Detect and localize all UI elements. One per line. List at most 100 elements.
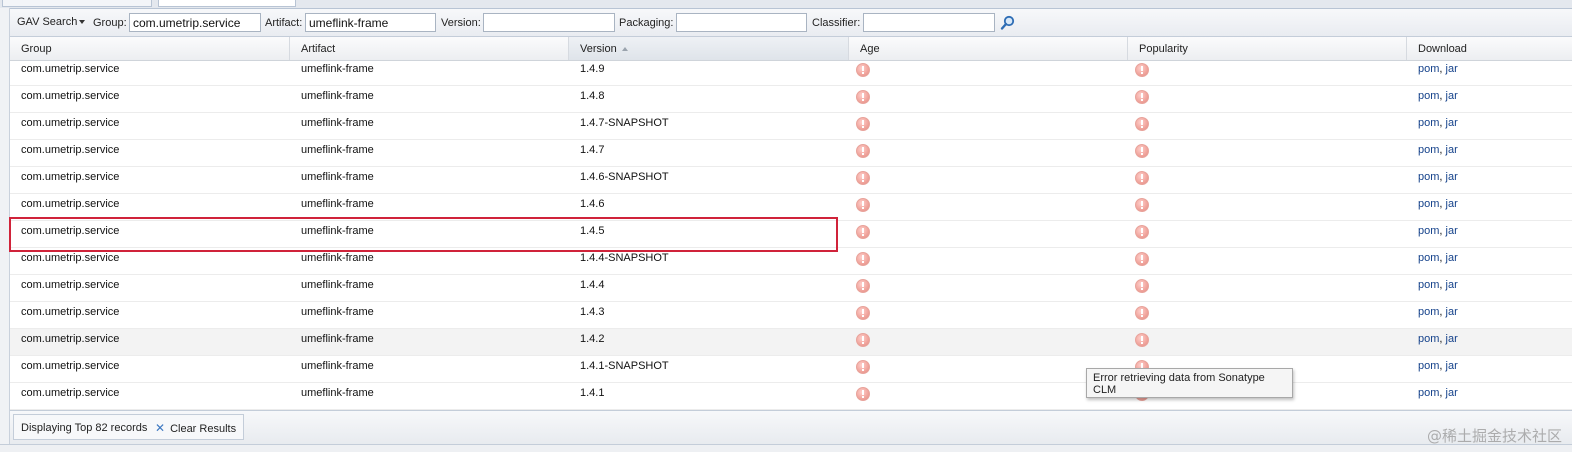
table-row[interactable]: com.umetrip.service umeflink-frame 1.4.5 po… — [10, 221, 1572, 248]
download-cell: pom, jar — [1407, 329, 1458, 355]
popularity-cell — [1128, 221, 1149, 247]
error-icon[interactable] — [856, 306, 870, 320]
jar-link[interactable]: jar — [1446, 144, 1458, 156]
error-icon[interactable] — [1135, 279, 1149, 293]
version-input[interactable] — [483, 13, 615, 32]
error-icon[interactable] — [1135, 225, 1149, 239]
jar-link[interactable]: jar — [1446, 198, 1458, 210]
artifact-label: Artifact: — [265, 17, 303, 29]
clear-results-label: Clear Results — [170, 423, 237, 435]
link-separator: , — [1439, 63, 1443, 75]
packaging-input[interactable] — [676, 13, 807, 32]
jar-link[interactable]: jar — [1446, 252, 1458, 264]
error-icon[interactable] — [1135, 117, 1149, 131]
watermark: @稀土掘金技术社区 — [1426, 427, 1562, 445]
bottom-edge — [0, 444, 1572, 452]
table-row[interactable]: com.umetrip.service umeflink-frame 1.4.1-S… — [10, 356, 1572, 383]
popularity-cell — [1128, 275, 1149, 301]
search-mode-menu[interactable]: GAV Search — [17, 16, 86, 28]
jar-link[interactable]: jar — [1446, 387, 1458, 399]
pom-link[interactable]: pom — [1418, 198, 1439, 210]
error-icon[interactable] — [1135, 333, 1149, 347]
artifact-input[interactable] — [305, 13, 436, 32]
error-icon[interactable] — [856, 387, 870, 401]
table-row[interactable]: com.umetrip.service umeflink-frame 1.4.3 po… — [10, 302, 1572, 329]
sort-ascending-icon — [621, 47, 628, 52]
error-icon[interactable] — [856, 252, 870, 266]
column-header-label: Popularity — [1139, 43, 1188, 55]
column-header-label: Download — [1418, 43, 1467, 55]
column-header-version[interactable]: Version — [569, 37, 849, 60]
error-icon[interactable] — [856, 225, 870, 239]
download-cell: pom, jar — [1407, 221, 1458, 247]
table-row[interactable]: com.umetrip.service umeflink-frame 1.4.6 po… — [10, 194, 1572, 221]
pom-link[interactable]: pom — [1418, 171, 1439, 183]
pom-link[interactable]: pom — [1418, 306, 1439, 318]
table-row[interactable]: com.umetrip.service umeflink-frame 1.4.2 po… — [10, 329, 1572, 356]
tab-strip — [0, 0, 1572, 9]
error-icon[interactable] — [856, 279, 870, 293]
table-row[interactable]: com.umetrip.service umeflink-frame 1.4.7 po… — [10, 140, 1572, 167]
jar-link[interactable]: jar — [1446, 360, 1458, 372]
version-cell: 1.4.4 — [580, 279, 605, 291]
pom-link[interactable]: pom — [1418, 117, 1439, 129]
table-row[interactable]: com.umetrip.service umeflink-frame 1.4.7-S… — [10, 113, 1572, 140]
error-icon[interactable] — [1135, 90, 1149, 104]
pom-link[interactable]: pom — [1418, 144, 1439, 156]
version-cell: 1.4.5 — [580, 225, 605, 237]
error-icon[interactable] — [856, 63, 870, 77]
search-button[interactable] — [1000, 15, 1016, 31]
error-icon[interactable] — [1135, 252, 1149, 266]
jar-link[interactable]: jar — [1446, 90, 1458, 102]
pom-link[interactable]: pom — [1418, 63, 1439, 75]
table-row[interactable]: com.umetrip.service umeflink-frame 1.4.8 po… — [10, 86, 1572, 113]
jar-link[interactable]: jar — [1446, 225, 1458, 237]
group-input[interactable] — [129, 13, 261, 32]
error-icon[interactable] — [856, 333, 870, 347]
error-icon[interactable] — [1135, 144, 1149, 158]
pom-link[interactable]: pom — [1418, 225, 1439, 237]
error-icon[interactable] — [1135, 198, 1149, 212]
jar-link[interactable]: jar — [1446, 63, 1458, 75]
link-separator: , — [1439, 387, 1443, 399]
group-cell: com.umetrip.service — [21, 225, 120, 237]
group-cell: com.umetrip.service — [21, 63, 120, 75]
jar-link[interactable]: jar — [1446, 279, 1458, 291]
column-header-artifact[interactable]: Artifact — [290, 37, 569, 60]
jar-link[interactable]: jar — [1446, 306, 1458, 318]
clear-results-button[interactable]: ✕ Clear Results — [155, 421, 236, 435]
column-header-download[interactable]: Download — [1407, 37, 1572, 60]
error-icon[interactable] — [856, 360, 870, 374]
jar-link[interactable]: jar — [1446, 117, 1458, 129]
pom-link[interactable]: pom — [1418, 252, 1439, 264]
column-header-popularity[interactable]: Popularity — [1128, 37, 1407, 60]
jar-link[interactable]: jar — [1446, 171, 1458, 183]
table-row[interactable]: com.umetrip.service umeflink-frame 1.4.6-S… — [10, 167, 1572, 194]
column-header-age[interactable]: Age — [849, 37, 1128, 60]
link-separator: , — [1439, 198, 1443, 210]
artifact-cell: umeflink-frame — [301, 252, 374, 264]
tab-browse[interactable] — [2, 0, 152, 7]
column-header-group[interactable]: Group — [10, 37, 290, 60]
error-icon[interactable] — [856, 90, 870, 104]
pom-link[interactable]: pom — [1418, 279, 1439, 291]
jar-link[interactable]: jar — [1446, 333, 1458, 345]
pom-link[interactable]: pom — [1418, 333, 1439, 345]
error-icon[interactable] — [856, 198, 870, 212]
error-icon[interactable] — [1135, 171, 1149, 185]
classifier-input[interactable] — [863, 13, 995, 32]
pom-link[interactable]: pom — [1418, 90, 1439, 102]
pom-link[interactable]: pom — [1418, 360, 1439, 372]
error-icon[interactable] — [856, 171, 870, 185]
error-icon[interactable] — [1135, 306, 1149, 320]
table-row[interactable]: com.umetrip.service umeflink-frame 1.4.4-S… — [10, 248, 1572, 275]
error-icon[interactable] — [856, 144, 870, 158]
table-row[interactable]: com.umetrip.service umeflink-frame 1.4.9 po… — [10, 61, 1572, 86]
tab-search[interactable] — [158, 0, 296, 7]
table-row[interactable]: com.umetrip.service umeflink-frame 1.4.4 po… — [10, 275, 1572, 302]
pom-link[interactable]: pom — [1418, 387, 1439, 399]
error-icon[interactable] — [1135, 63, 1149, 77]
table-row[interactable]: com.umetrip.service umeflink-frame 1.4.1 po… — [10, 383, 1572, 410]
error-icon[interactable] — [856, 117, 870, 131]
link-separator: , — [1439, 225, 1443, 237]
